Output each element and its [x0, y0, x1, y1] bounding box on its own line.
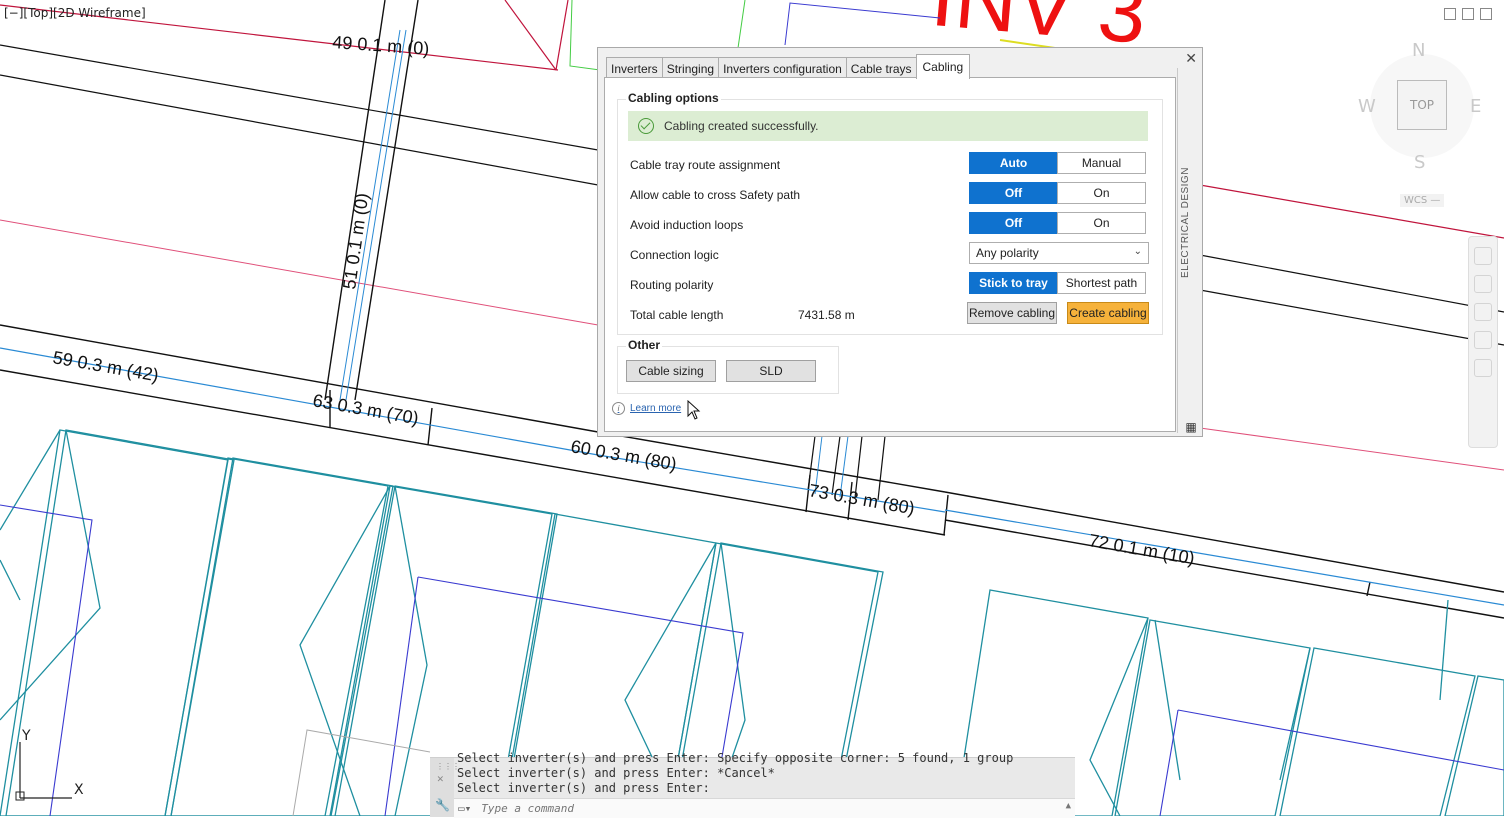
electrical-design-palette: ✕ ELECTRICAL DESIGN ▦ Inverters Stringin… — [597, 47, 1203, 437]
connection-logic-label: Connection logic — [630, 248, 719, 262]
viewcube-top-face[interactable]: TOP — [1397, 80, 1447, 130]
routing-polarity-label: Routing polarity — [630, 278, 714, 292]
tab-inverters[interactable]: Inverters — [606, 57, 663, 79]
viewport-window-controls — [1444, 8, 1492, 20]
connection-logic-value: Any polarity — [976, 246, 1039, 260]
ucs-x-label: X — [74, 782, 84, 798]
total-length-label: Total cable length — [630, 308, 724, 322]
close-icon[interactable]: ✕ — [437, 772, 444, 785]
info-icon: i — [612, 402, 625, 415]
wcs-menu[interactable]: WCS — — [1400, 194, 1445, 207]
cross-safety-off-button[interactable]: Off — [969, 182, 1058, 204]
command-prompt-icon[interactable]: ▭▾ — [458, 802, 471, 815]
remove-cabling-button[interactable]: Remove cabling — [967, 302, 1057, 324]
induction-off-button[interactable]: Off — [969, 212, 1058, 234]
cad-label: 63 0.3 m (70) — [311, 390, 420, 428]
other-title: Other — [626, 338, 663, 352]
minimize-icon[interactable] — [1444, 8, 1456, 20]
cad-label: 51 0.1 m (0) — [339, 192, 372, 291]
ucs-icon: Y X — [15, 728, 84, 801]
cad-label: 72 0.1 m (10) — [1087, 530, 1196, 568]
success-banner: Cabling created successfully. — [628, 111, 1148, 141]
palette-properties-icon[interactable]: ▦ — [1184, 420, 1198, 434]
cross-safety-on-button[interactable]: On — [1057, 182, 1146, 204]
chevron-down-icon: ⌄ — [1133, 246, 1142, 257]
route-auto-button[interactable]: Auto — [969, 152, 1058, 174]
total-length-value: 7431.58 m — [798, 308, 855, 322]
wrench-icon[interactable]: 🔧 — [435, 798, 450, 812]
ucs-y-label: Y — [21, 728, 31, 744]
steering-wheel-icon[interactable] — [1474, 247, 1492, 265]
shortest-path-button[interactable]: Shortest path — [1057, 272, 1146, 294]
compass-west[interactable]: W — [1358, 96, 1376, 117]
navigation-bar[interactable] — [1468, 236, 1498, 448]
history-line: Select inverter(s) and press Enter: Spec… — [457, 751, 1014, 765]
tab-stringing[interactable]: Stringing — [661, 57, 720, 79]
command-line-handle[interactable]: ⋮⋮⋮ ✕ 🔧 — [430, 758, 460, 817]
cabling-tab-panel: Cabling options Cabling created successf… — [604, 77, 1176, 432]
sld-button[interactable]: SLD — [726, 360, 816, 382]
restore-icon[interactable] — [1462, 8, 1474, 20]
close-palette-button[interactable]: ✕ — [1185, 50, 1197, 67]
check-circle-icon — [638, 118, 654, 134]
routing-polarity-toggle: Stick to tray Shortest path — [969, 272, 1146, 294]
mouse-cursor-icon — [687, 400, 701, 420]
compass-south[interactable]: S — [1414, 152, 1425, 173]
connection-logic-select[interactable]: Any polarity ⌄ — [969, 242, 1149, 264]
viewport-controls-label[interactable]: [−][Top][2D Wireframe] — [4, 6, 146, 20]
command-input[interactable] — [479, 801, 1044, 816]
stick-to-tray-button[interactable]: Stick to tray — [969, 272, 1058, 294]
history-line: Select inverter(s) and press Enter: *Can… — [457, 766, 775, 780]
induction-loops-toggle: Off On — [969, 212, 1146, 234]
route-manual-button[interactable]: Manual — [1057, 152, 1146, 174]
history-up-icon[interactable]: ▲ — [1066, 801, 1071, 811]
cad-label: 59 0.3 m (42) — [51, 347, 160, 385]
pan-icon[interactable] — [1474, 275, 1492, 293]
close-icon[interactable] — [1480, 8, 1492, 20]
route-assignment-toggle: Auto Manual — [969, 152, 1146, 174]
other-group: Other Cable sizing SLD — [617, 338, 839, 394]
command-line-window: ⋮⋮⋮ ✕ 🔧 Select inverter(s) and press Ent… — [430, 751, 1075, 818]
route-assignment-label: Cable tray route assignment — [630, 158, 781, 172]
cad-label: 73 0.3 m (80) — [807, 480, 916, 518]
orbit-icon[interactable] — [1474, 331, 1492, 349]
cable-sizing-button[interactable]: Cable sizing — [626, 360, 716, 382]
tab-cable-trays[interactable]: Cable trays — [845, 57, 917, 79]
cabling-options-title: Cabling options — [626, 91, 721, 105]
command-input-bar: ▭▾ ▲ — [454, 798, 1075, 818]
compass-east[interactable]: E — [1470, 96, 1481, 117]
palette-title-bar[interactable]: ELECTRICAL DESIGN — [1177, 68, 1202, 433]
history-line: Select inverter(s) and press Enter: — [457, 781, 710, 795]
cross-safety-toggle: Off On — [969, 182, 1146, 204]
induction-on-button[interactable]: On — [1057, 212, 1146, 234]
viewcube[interactable]: N W E S TOP WCS — — [1350, 36, 1490, 216]
palette-title: ELECTRICAL DESIGN — [1180, 167, 1191, 278]
create-cabling-button[interactable]: Create cabling — [1067, 302, 1149, 324]
success-message: Cabling created successfully. — [664, 119, 819, 133]
compass-north[interactable]: N — [1412, 40, 1425, 61]
learn-more-text: Learn more — [630, 403, 682, 414]
cad-label: 49 0.1 m (0) — [332, 32, 430, 59]
cross-safety-label: Allow cable to cross Safety path — [630, 188, 801, 202]
learn-more-link[interactable]: i Learn more — [612, 402, 681, 415]
cabling-options-group: Cabling options Cabling created successf… — [617, 91, 1163, 335]
zoom-icon[interactable] — [1474, 303, 1492, 321]
induction-loops-label: Avoid induction loops — [630, 218, 744, 232]
palette-tabs: Inverters Stringing Inverters configurat… — [606, 54, 971, 79]
showmotion-icon[interactable] — [1474, 359, 1492, 377]
tab-cabling[interactable]: Cabling — [915, 54, 971, 79]
cad-label: 60 0.3 m (80) — [569, 436, 678, 474]
tab-inverters-configuration[interactable]: Inverters configuration — [718, 57, 847, 79]
command-history: Select inverter(s) and press Enter: Spec… — [457, 751, 1013, 796]
